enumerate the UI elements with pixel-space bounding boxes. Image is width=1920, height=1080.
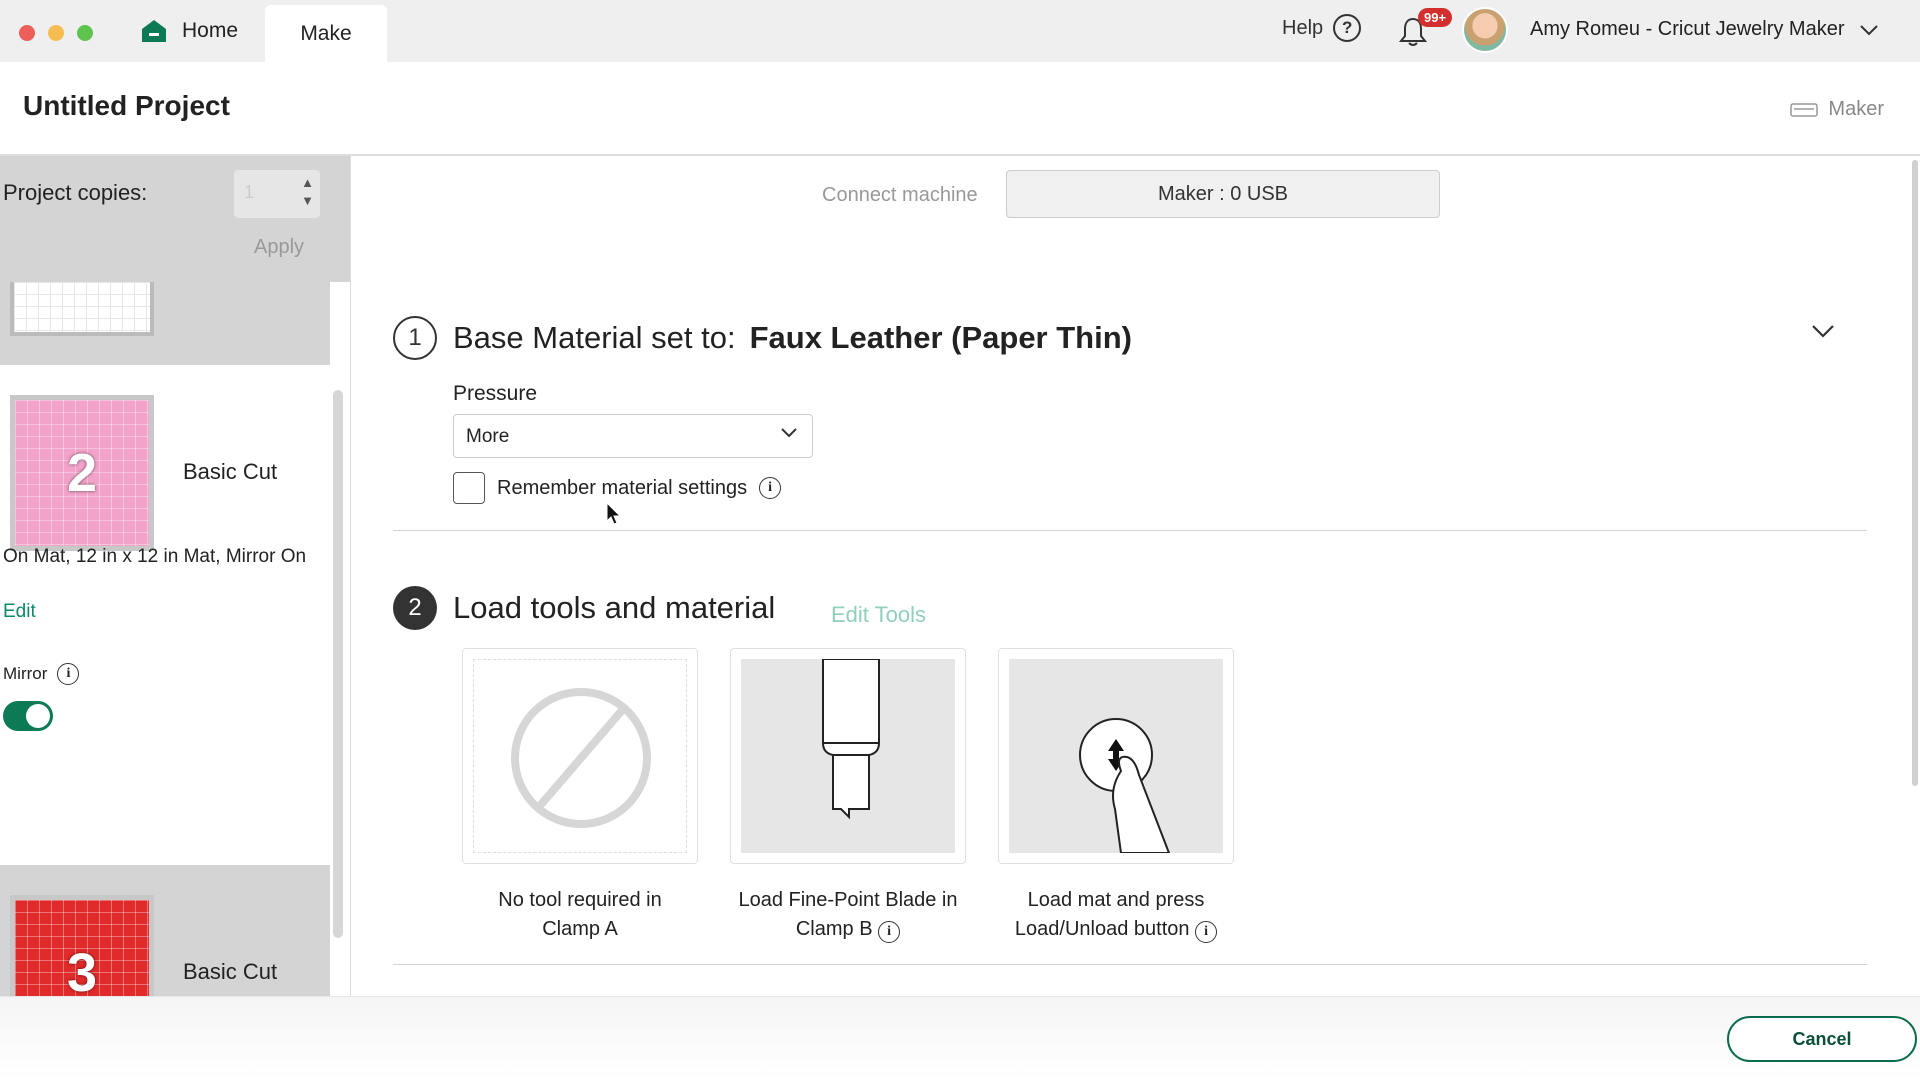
clamp-a-caption-line2: Clamp A	[542, 918, 618, 940]
clamp-b-caption-line1: Load Fine-Point Blade in	[738, 889, 958, 911]
close-window-button[interactable]	[19, 25, 35, 41]
tab-home-label: Home	[182, 19, 239, 42]
mat-number: 2	[66, 443, 98, 503]
sidebar-scrollbar[interactable]	[333, 390, 343, 938]
avatar[interactable]	[1462, 7, 1508, 53]
chevron-down-icon	[1859, 24, 1878, 35]
tab-home[interactable]: Home	[140, 0, 238, 62]
step-2-number: 2	[393, 586, 437, 630]
remember-settings-checkbox[interactable]	[453, 472, 485, 504]
minimize-window-button[interactable]	[48, 25, 64, 41]
edit-tools-link[interactable]: Edit Tools	[831, 602, 926, 628]
section-divider	[393, 964, 1867, 965]
mat-number: 3	[66, 943, 98, 996]
machine-icon	[1790, 102, 1819, 117]
tab-make-label: Make	[300, 21, 352, 45]
step-2-title: Load tools and material	[453, 590, 776, 625]
clamp-b-image	[741, 659, 955, 853]
pressure-value: More	[466, 426, 510, 447]
mat-name: Basic Cut	[183, 459, 278, 484]
make-main-panel: Connect machine Maker : 0 USB 1 Base Mat…	[350, 156, 1920, 996]
remember-settings-label[interactable]: Remember material settings	[497, 477, 747, 500]
material-name: Faux Leather (Paper Thin)	[749, 320, 1132, 355]
mat-thumbnail: 3	[10, 895, 154, 996]
info-icon[interactable]: i	[57, 663, 80, 685]
help-label: Help	[1282, 16, 1324, 39]
step-1-title: Base Material set to: Faux Leather (Paper…	[453, 320, 1132, 356]
load-mat-caption-line1: Load mat and press	[1027, 889, 1205, 911]
load-mat-caption-line2: Load/Unload button	[1014, 918, 1190, 940]
project-copies-label: Project copies:	[3, 180, 148, 205]
question-icon: ?	[1333, 14, 1362, 42]
clamp-a-caption: No tool required in Clamp A	[450, 886, 710, 944]
connect-machine-button[interactable]: Maker : 0 USB	[1006, 170, 1440, 218]
stepper-arrows-icon[interactable]: ▲ ▼	[301, 174, 314, 210]
toggle-knob	[26, 704, 50, 728]
clamp-b-caption-line2: Clamp B	[795, 918, 873, 940]
project-header: Untitled Project Maker	[0, 62, 1920, 156]
connect-machine-label: Connect machine	[822, 184, 978, 206]
step-1-number: 1	[393, 316, 437, 360]
machine-label: Maker	[1828, 98, 1884, 120]
notification-badge: 99+	[1418, 8, 1453, 27]
maximize-window-button[interactable]	[77, 25, 93, 41]
help-button[interactable]: Help ?	[1282, 14, 1362, 42]
press-button-icon	[1079, 718, 1171, 853]
user-menu[interactable]: Amy Romeu - Cricut Jewelry Maker	[1530, 18, 1879, 41]
project-copies-panel: Project copies: 1 ▲ ▼ Apply	[0, 156, 350, 282]
clamp-a-image	[473, 659, 687, 853]
clamp-b-caption: Load Fine-Point Blade in Clamp B i	[718, 886, 978, 944]
remember-settings-row: Remember material settings i	[453, 472, 782, 504]
section-divider	[393, 530, 1867, 531]
mat-thumbnail	[10, 282, 154, 336]
chevron-down-icon[interactable]	[1811, 324, 1835, 338]
machine-indicator: Maker	[1790, 98, 1884, 121]
connect-machine-value: Maker : 0 USB	[1157, 182, 1289, 205]
load-mat-image	[1009, 659, 1223, 853]
mat-sidebar: Project copies: 1 ▲ ▼ Apply 2 Basic Cut O…	[0, 156, 350, 996]
mat-name: Basic Cut	[183, 959, 278, 984]
mat-item-3[interactable]: 3 Basic Cut	[0, 865, 330, 996]
clamp-a-card	[462, 648, 698, 864]
load-mat-caption: Load mat and press Load/Unload button i	[986, 886, 1246, 944]
mat-item-1[interactable]	[0, 282, 330, 365]
edit-mat-link[interactable]: Edit	[3, 601, 36, 623]
mirror-label-row: Mirror i	[3, 663, 80, 685]
mouse-cursor-icon	[606, 502, 622, 525]
cancel-button[interactable]: Cancel	[1727, 1016, 1917, 1062]
chevron-down-icon	[781, 428, 797, 438]
title-bar: Home Make Help ? 99+ Amy Romeu - Cricut …	[0, 0, 1920, 62]
blade-icon	[822, 659, 880, 820]
user-label: Amy Romeu - Cricut Jewelry Maker	[1530, 18, 1845, 40]
copies-stepper[interactable]: 1 ▲ ▼	[234, 170, 320, 218]
footer-bar	[0, 996, 1920, 1080]
load-mat-card	[998, 648, 1234, 864]
clamp-a-caption-line1: No tool required in	[498, 889, 662, 911]
main-scrollbar[interactable]	[1912, 160, 1918, 786]
mirror-label: Mirror	[3, 664, 48, 683]
copies-value: 1	[244, 182, 255, 202]
mat-thumbnail: 2	[10, 395, 154, 551]
mat-item-2[interactable]: 2 Basic Cut On Mat, 12 in x 12 in Mat, M…	[0, 365, 330, 865]
pressure-select[interactable]: More	[453, 414, 813, 458]
apply-button[interactable]: Apply	[254, 236, 304, 259]
info-icon[interactable]: i	[759, 477, 782, 499]
tab-make[interactable]: Make	[265, 5, 387, 62]
page-title: Untitled Project	[23, 90, 230, 121]
home-icon	[142, 20, 166, 42]
pressure-label: Pressure	[453, 382, 538, 405]
clamp-b-card	[730, 648, 966, 864]
mat-info: On Mat, 12 in x 12 in Mat, Mirror On	[3, 546, 307, 567]
cancel-label: Cancel	[1792, 1028, 1852, 1049]
step-1-prefix: Base Material set to:	[453, 320, 736, 355]
mirror-toggle[interactable]	[3, 701, 53, 731]
info-icon[interactable]: i	[1195, 920, 1218, 943]
mat-list: 2 Basic Cut On Mat, 12 in x 12 in Mat, M…	[0, 282, 330, 996]
info-icon[interactable]: i	[878, 920, 901, 943]
no-tool-icon	[511, 688, 651, 828]
